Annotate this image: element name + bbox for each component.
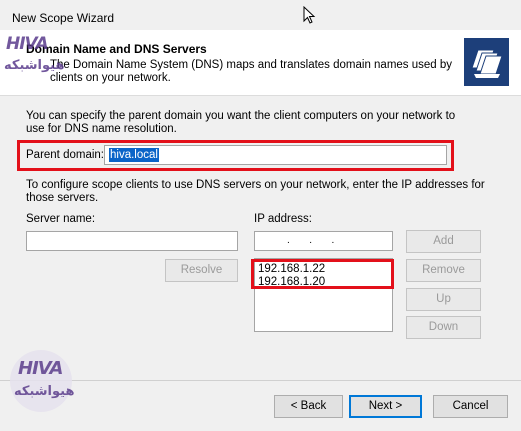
parent-domain-label: Parent domain: — [26, 149, 104, 161]
parent-domain-intro: You can specify the parent domain you wa… — [26, 110, 456, 135]
remove-button[interactable]: Remove — [406, 259, 481, 282]
add-button[interactable]: Add — [406, 230, 481, 253]
ip-address-label: IP address: — [254, 213, 312, 225]
footer-divider — [0, 380, 521, 381]
server-name-label: Server name: — [26, 213, 96, 225]
brand-watermark: HIVA هیواشبکه — [10, 350, 75, 412]
up-button[interactable]: Up — [406, 288, 481, 311]
brand-logo-persian: هیواشبکه — [4, 58, 65, 73]
mouse-cursor-icon — [303, 6, 316, 24]
dns-intro: To configure scope clients to use DNS se… — [26, 179, 485, 204]
parent-domain-input[interactable]: hiva.local — [104, 145, 447, 165]
cancel-button[interactable]: Cancel — [433, 395, 508, 418]
brand-watermark-persian: هیواشبکه — [14, 384, 75, 399]
brand-logo: HIVA هیواشبکه — [4, 34, 64, 89]
highlight-box — [251, 259, 394, 289]
folders-icon — [464, 38, 509, 86]
server-name-input[interactable] — [26, 231, 238, 251]
window-title: New Scope Wizard — [12, 11, 115, 25]
back-button[interactable]: < Back — [274, 395, 343, 418]
brand-logo-latin: HIVA — [6, 34, 49, 54]
page-description: The Domain Name System (DNS) maps and tr… — [50, 59, 453, 84]
ip-address-value: . . . — [287, 235, 335, 246]
brand-watermark-latin: HIVA — [18, 358, 63, 379]
next-button[interactable]: Next > — [349, 395, 422, 418]
down-button[interactable]: Down — [406, 316, 481, 339]
resolve-button[interactable]: Resolve — [165, 259, 238, 282]
parent-domain-value: hiva.local — [109, 148, 159, 162]
ip-address-input[interactable]: . . . — [254, 231, 393, 251]
